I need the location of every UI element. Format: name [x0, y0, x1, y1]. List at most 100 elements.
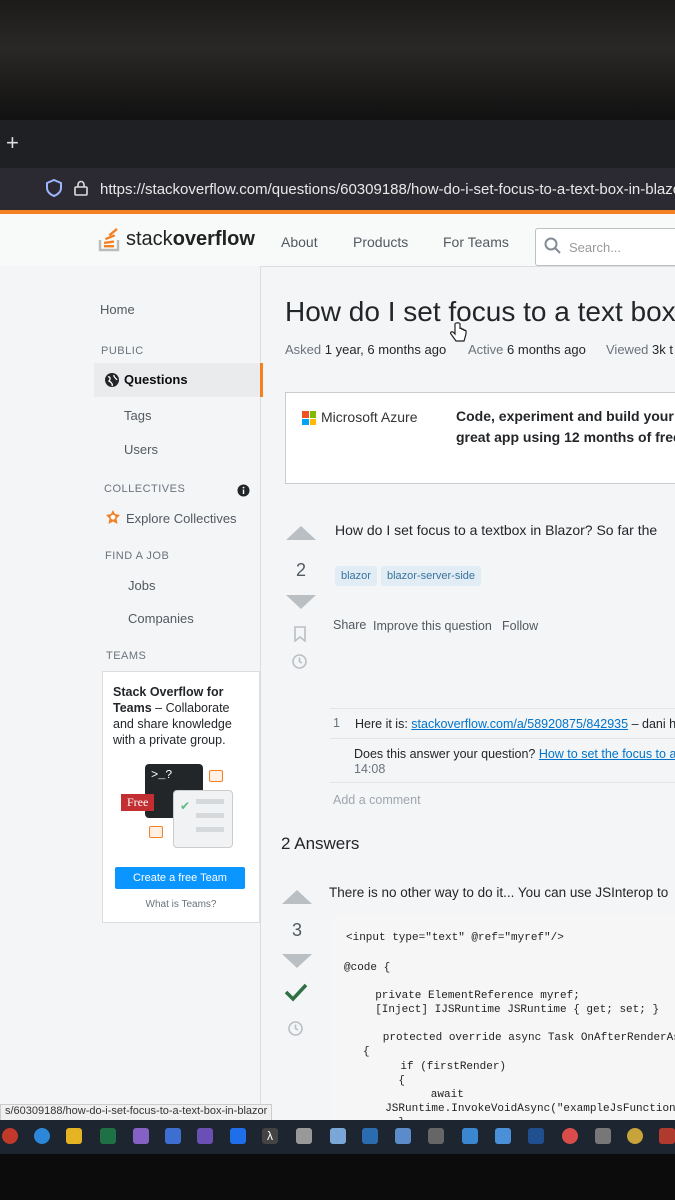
sidebar-item-explore-collectives[interactable]: Explore Collectives — [126, 511, 237, 526]
code-line: JSRuntime.InvokeVoidAsync("exampleJsFunc… — [372, 1103, 675, 1115]
comment-divider — [330, 708, 675, 709]
comment-2: Does this answer your question? How to s… — [354, 747, 675, 761]
sidebar-item-questions[interactable]: Questions — [94, 363, 263, 397]
upvote-button[interactable] — [286, 526, 316, 540]
chat-bubble-icon — [149, 826, 163, 838]
lambda-icon[interactable]: λ — [262, 1128, 278, 1144]
logo-text: stackoverflow — [126, 227, 255, 250]
search-icon — [544, 237, 561, 254]
code-line: private ElementReference myref; — [362, 990, 580, 1002]
app-icon[interactable] — [562, 1128, 578, 1144]
app-icon[interactable] — [462, 1128, 478, 1144]
viewed-meta: Viewed 3k t — [606, 342, 673, 357]
code-line: { — [372, 1075, 406, 1087]
comment-1-link[interactable]: stackoverflow.com/a/58920875/842935 — [411, 717, 628, 731]
answer-downvote-button[interactable] — [282, 954, 312, 968]
create-team-button[interactable]: Create a free Team — [115, 867, 245, 889]
app-icon[interactable] — [495, 1128, 511, 1144]
sidebar-item-tags[interactable]: Tags — [124, 408, 151, 423]
code-line: <input type="text" @ref="myref"/> — [346, 932, 564, 944]
sidebar-heading-find-a-job: FIND A JOB — [105, 550, 170, 562]
follow-link[interactable]: Follow — [502, 619, 538, 633]
comment-2-time: 14:08 — [354, 762, 386, 776]
code-line: await — [378, 1089, 464, 1101]
hand-cursor-icon — [450, 322, 467, 342]
nav-products[interactable]: Products — [353, 234, 408, 250]
sidebar-item-label: Questions — [124, 372, 188, 387]
terminal-icon[interactable] — [428, 1128, 444, 1144]
site-header: stackoverflow About Products For Teams S… — [0, 214, 675, 267]
taskbar: λ — [0, 1120, 675, 1154]
search-input[interactable]: Search... — [535, 228, 675, 266]
answer-upvote-button[interactable] — [282, 890, 312, 904]
app-icon[interactable] — [362, 1128, 378, 1144]
shield-icon[interactable] — [46, 179, 62, 197]
code-line: { — [363, 1046, 370, 1058]
lock-icon[interactable] — [74, 180, 88, 196]
new-tab-button[interactable]: + — [6, 130, 19, 156]
info-icon[interactable] — [237, 484, 250, 497]
tag-blazor-server-side[interactable]: blazor-server-side — [381, 566, 482, 586]
nav-for-teams[interactable]: For Teams — [443, 234, 509, 250]
powershell-icon[interactable] — [528, 1128, 544, 1144]
sidebar-heading-teams: TEAMS — [106, 650, 147, 662]
code-line: protected override async Task OnAfterRen… — [363, 1032, 675, 1044]
app-icon[interactable] — [2, 1128, 18, 1144]
site-logo[interactable]: stackoverflow — [98, 226, 255, 252]
sidebar-heading-public: PUBLIC — [101, 345, 144, 357]
answer-vote-count: 3 — [291, 920, 302, 940]
chat-bubble-icon — [209, 770, 223, 782]
app-icon[interactable] — [330, 1128, 346, 1144]
comment-2-link[interactable]: How to set the focus to a — [539, 747, 675, 761]
active-meta: Active 6 months ago — [468, 342, 586, 357]
sidebar-heading-collectives: COLLECTIVES — [104, 483, 186, 495]
app-icon[interactable] — [627, 1128, 643, 1144]
excel-icon[interactable] — [100, 1128, 116, 1144]
visual-studio-icon[interactable] — [197, 1128, 213, 1144]
search-placeholder: Search... — [569, 240, 622, 255]
code-line: @code { — [344, 962, 391, 974]
teams-promo: Stack Overflow for Teams – Collaborate a… — [102, 671, 260, 923]
edge-icon[interactable] — [34, 1128, 50, 1144]
nav-about[interactable]: About — [281, 234, 318, 250]
share-link[interactable]: Share — [333, 618, 366, 632]
monitor-bezel — [0, 1154, 675, 1200]
sidebar-item-jobs[interactable]: Jobs — [128, 578, 155, 593]
add-comment-link[interactable]: Add a comment — [333, 793, 421, 807]
app-icon[interactable] — [296, 1128, 312, 1144]
checklist-icon: ✔ — [173, 790, 233, 848]
teams-illustration: >_? ✔ Free — [121, 764, 241, 852]
tag-blazor[interactable]: blazor — [335, 566, 377, 586]
bookmark-icon[interactable] — [294, 626, 306, 642]
downvote-button[interactable] — [286, 595, 316, 609]
code-block: <input type="text" @ref="myref"/> @code … — [330, 914, 675, 1120]
visual-studio-icon[interactable] — [133, 1128, 149, 1144]
monitor-bezel — [0, 0, 675, 120]
app-icon[interactable] — [230, 1128, 246, 1144]
comment-1: Here it is: stackoverflow.com/a/58920875… — [355, 717, 675, 731]
code-line: [Inject] IJSRuntime JSRuntime { get; set… — [362, 1004, 660, 1016]
what-is-teams-link[interactable]: What is Teams? — [103, 899, 259, 910]
file-explorer-icon[interactable] — [66, 1128, 82, 1144]
ad-copy: Code, experiment and build your great app… — [456, 408, 675, 445]
improve-question-link[interactable]: Improve this question — [373, 619, 492, 633]
comment-score: 1 — [333, 716, 340, 730]
collectives-icon — [106, 510, 120, 524]
app-icon[interactable] — [395, 1128, 411, 1144]
history-icon[interactable] — [287, 1020, 304, 1037]
globe-icon — [105, 373, 119, 387]
url-text[interactable]: https://stackoverflow.com/questions/6030… — [100, 181, 675, 198]
app-icon[interactable] — [659, 1128, 675, 1144]
gear-icon[interactable] — [595, 1128, 611, 1144]
visual-studio-icon[interactable] — [165, 1128, 181, 1144]
page-title[interactable]: How do I set focus to a text box — [285, 296, 675, 328]
history-icon[interactable] — [291, 653, 308, 670]
teams-promo-text: Stack Overflow for Teams – Collaborate a… — [113, 685, 232, 747]
ad-brand: Microsoft Azure — [321, 409, 418, 425]
accepted-check-icon — [284, 983, 308, 1002]
sidebar-item-users[interactable]: Users — [124, 442, 158, 457]
question-vote-count: 2 — [295, 560, 306, 580]
sidebar-item-home[interactable]: Home — [100, 302, 135, 317]
sidebar-item-companies[interactable]: Companies — [128, 611, 194, 626]
ad-banner[interactable]: Microsoft Azure Code, experiment and bui… — [285, 392, 675, 484]
